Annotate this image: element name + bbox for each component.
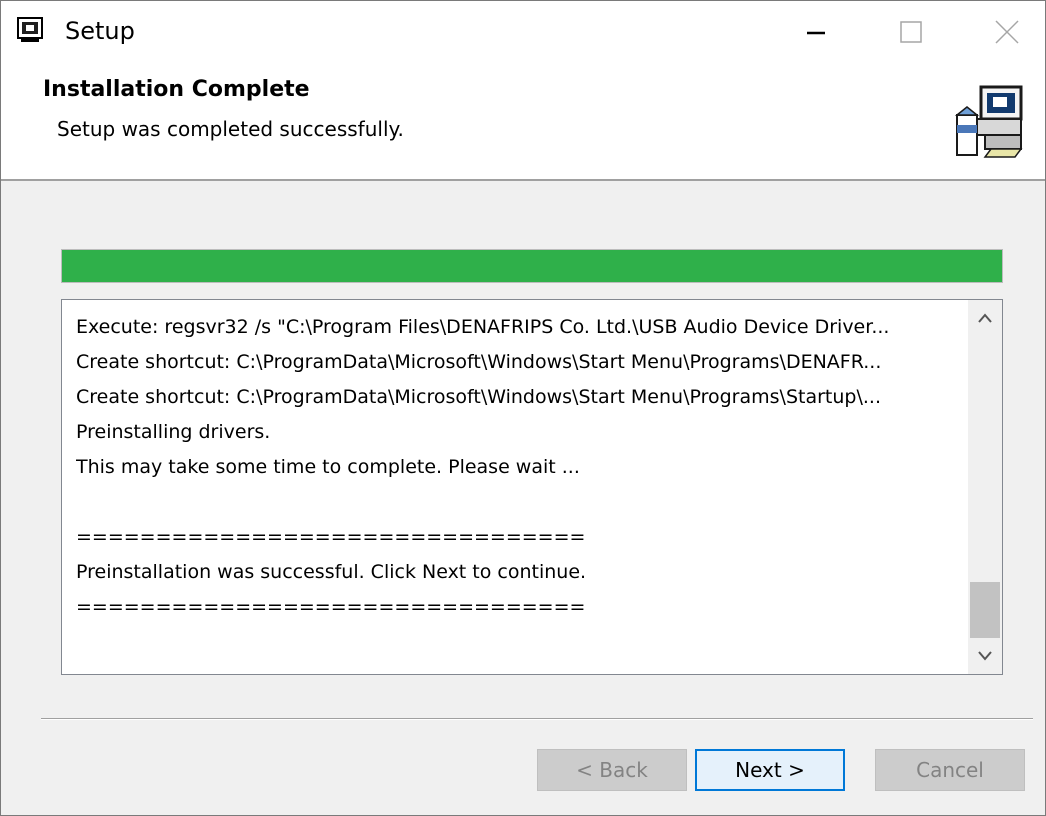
log-line: Create shortcut: C:\ProgramData\Microsof… <box>76 386 881 408</box>
progress-fill <box>62 250 1002 282</box>
close-icon[interactable] <box>977 7 1037 57</box>
log-line: ================================ <box>76 526 586 548</box>
chevron-up-icon[interactable] <box>968 300 1002 336</box>
computer-install-icon <box>951 85 1025 159</box>
install-log[interactable]: Execute: regsvr32 /s "C:\Program Files\D… <box>61 299 1003 675</box>
minimize-icon[interactable] <box>785 7 845 57</box>
chevron-down-icon[interactable] <box>968 638 1002 674</box>
progress-bar <box>61 249 1003 283</box>
cancel-button[interactable]: Cancel <box>875 749 1025 791</box>
window-title: Setup <box>65 17 135 45</box>
back-button[interactable]: < Back <box>537 749 687 791</box>
log-line: Preinstalling drivers. <box>76 421 271 443</box>
page-subtitle: Setup was completed successfully. <box>57 117 404 141</box>
log-line: Create shortcut: C:\ProgramData\Microsof… <box>76 351 882 373</box>
wizard-header: Installation Complete Setup was complete… <box>1 63 1045 181</box>
maximize-icon[interactable] <box>881 7 941 57</box>
footer-divider <box>41 718 1033 720</box>
log-scrollbar[interactable] <box>968 300 1002 674</box>
log-line: This may take some time to complete. Ple… <box>76 456 580 478</box>
scroll-thumb[interactable] <box>970 582 1000 638</box>
log-lines: Execute: regsvr32 /s "C:\Program Files\D… <box>76 310 956 625</box>
setup-app-icon <box>17 17 43 43</box>
page-title: Installation Complete <box>43 77 310 102</box>
log-line: Preinstallation was successful. Click Ne… <box>76 561 587 583</box>
setup-window: Setup Installation Complete Setup was co… <box>0 0 1046 816</box>
title-bar[interactable]: Setup <box>1 1 1045 63</box>
log-line: ================================ <box>76 596 586 618</box>
log-line: Execute: regsvr32 /s "C:\Program Files\D… <box>76 316 890 338</box>
next-button[interactable]: Next > <box>695 749 845 791</box>
